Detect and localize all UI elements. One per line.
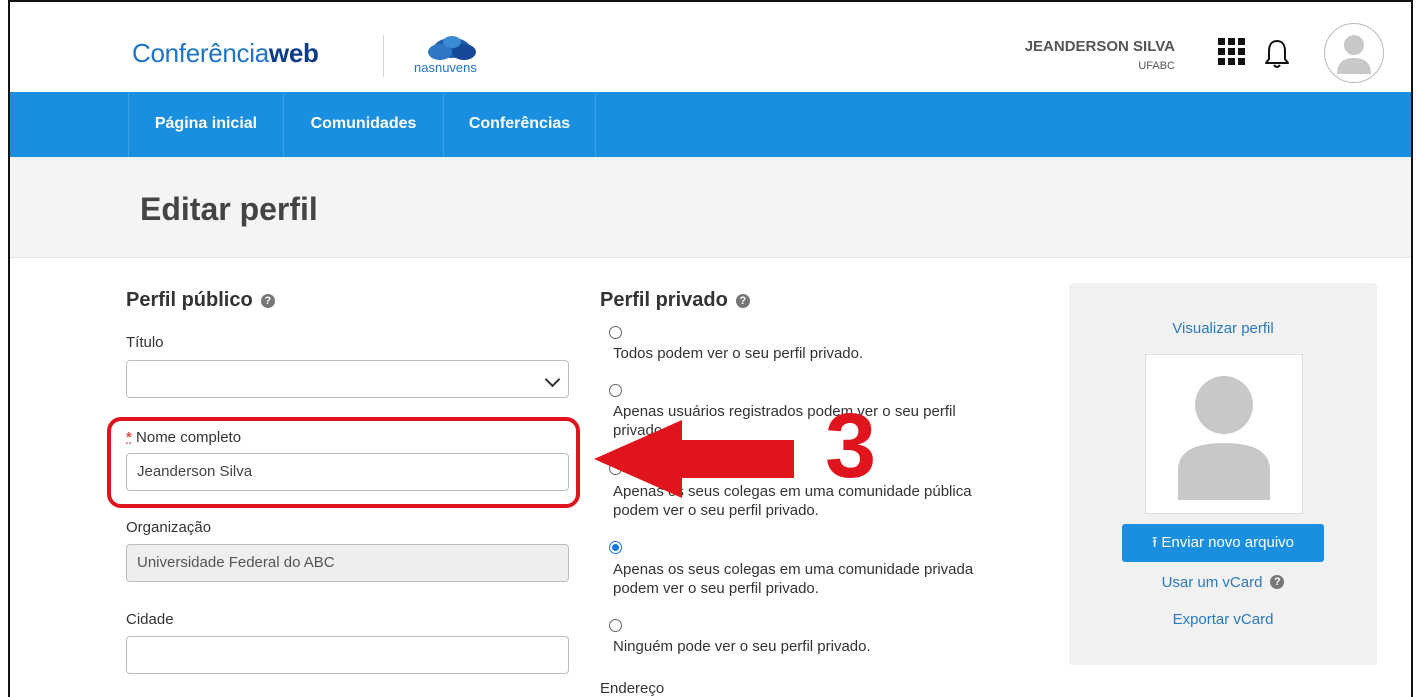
titulo-label: Título [126,334,164,351]
main-navbar: Página inicial Comunidades Conferências [10,92,1411,157]
apps-grid-icon[interactable] [1218,38,1245,66]
help-icon[interactable]: ? [260,294,275,308]
annotation-arrow-icon [594,420,794,498]
upload-photo-button[interactable]: ⭱ Enviar novo arquivo [1122,524,1324,562]
upload-icon: ⭱ [1151,534,1158,551]
help-icon[interactable]: ? [1270,575,1285,589]
privacy-radio-registered[interactable] [609,384,622,397]
privacy-option-label: Todos podem ver o seu perfil privado. [613,345,864,362]
bell-icon[interactable] [1263,38,1291,70]
user-silhouette-icon [1178,376,1270,500]
nav-item-pagina-inicial[interactable]: Página inicial [128,92,284,157]
logo-bold-text: web [268,38,319,68]
help-icon[interactable]: ? [735,294,750,308]
privacy-option-label: Apenas os seus colegas em uma comunidade… [613,561,974,597]
user-organization: UFABC [1138,60,1175,72]
annotation-step-number: 3 [825,395,877,497]
use-vcard-text: Usar um vCard [1161,574,1263,591]
user-name[interactable]: JEANDERSON SILVA [1025,38,1175,55]
chevron-down-icon [544,371,561,388]
browser-frame: Conferênciaweb nasnuvens JEANDERSON SILV… [8,0,1413,697]
upload-button-label: Enviar novo arquivo [1161,534,1294,551]
public-profile-heading-text: Perfil público [126,289,253,311]
cidade-input[interactable] [126,636,569,674]
endereco-label: Endereço [600,680,665,697]
page-title: Editar perfil [140,191,318,227]
view-profile-link[interactable]: Visualizar perfil [1069,320,1377,337]
use-vcard-link[interactable]: Usar um vCard? [1069,574,1377,591]
nav-item-conferencias[interactable]: Conferências [444,92,596,157]
organizacao-input: Universidade Federal do ABC [126,544,569,582]
privacy-radio-everyone[interactable] [609,326,622,339]
user-avatar-icon[interactable] [1324,23,1384,83]
annotation-highlight-box [107,417,580,508]
profile-photo [1145,354,1303,514]
logo-divider [383,35,384,77]
top-header: Conferênciaweb nasnuvens JEANDERSON SILV… [10,2,1411,92]
nav-item-comunidades[interactable]: Comunidades [284,92,444,157]
organizacao-label: Organização [126,519,212,536]
conferenciaweb-logo[interactable]: Conferênciaweb [132,38,319,69]
titulo-select[interactable] [126,360,569,398]
nasnuvens-logo-text: nasnuvens [414,60,477,75]
private-profile-heading: Perfil privado? [600,289,750,312]
public-profile-heading: Perfil público? [126,289,275,312]
privacy-radio-nobody[interactable] [609,619,622,632]
export-vcard-link[interactable]: Exportar vCard [1069,611,1377,628]
privacy-radio-private-community[interactable] [609,541,622,554]
private-profile-heading-text: Perfil privado [600,289,728,311]
privacy-option-label: Ninguém pode ver o seu perfil privado. [613,638,871,655]
logo-main-text: Conferência [132,38,269,68]
cidade-label: Cidade [126,611,174,628]
